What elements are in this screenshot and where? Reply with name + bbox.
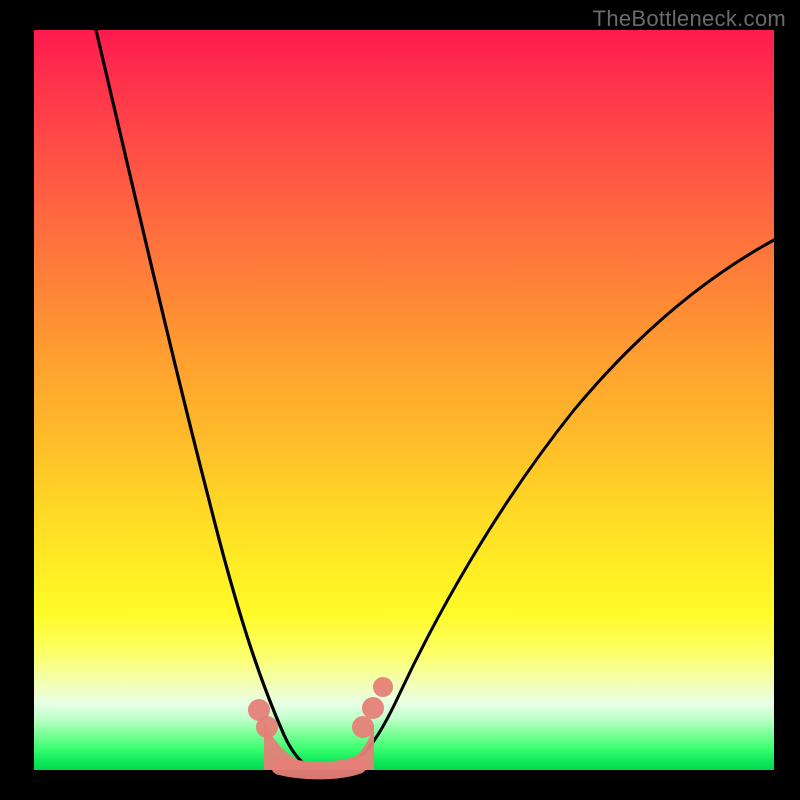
marker-dot — [362, 697, 384, 719]
marker-dot — [352, 716, 374, 738]
bottom-blob-extra — [280, 765, 358, 770]
marker-dot — [256, 716, 278, 738]
outer-frame: TheBottleneck.com — [0, 0, 800, 800]
curve-right — [348, 240, 774, 765]
watermark-text: TheBottleneck.com — [593, 6, 786, 32]
curve-left — [96, 30, 308, 766]
marker-dot — [373, 677, 393, 697]
chart-plot-area — [34, 30, 774, 770]
chart-svg — [34, 30, 774, 770]
